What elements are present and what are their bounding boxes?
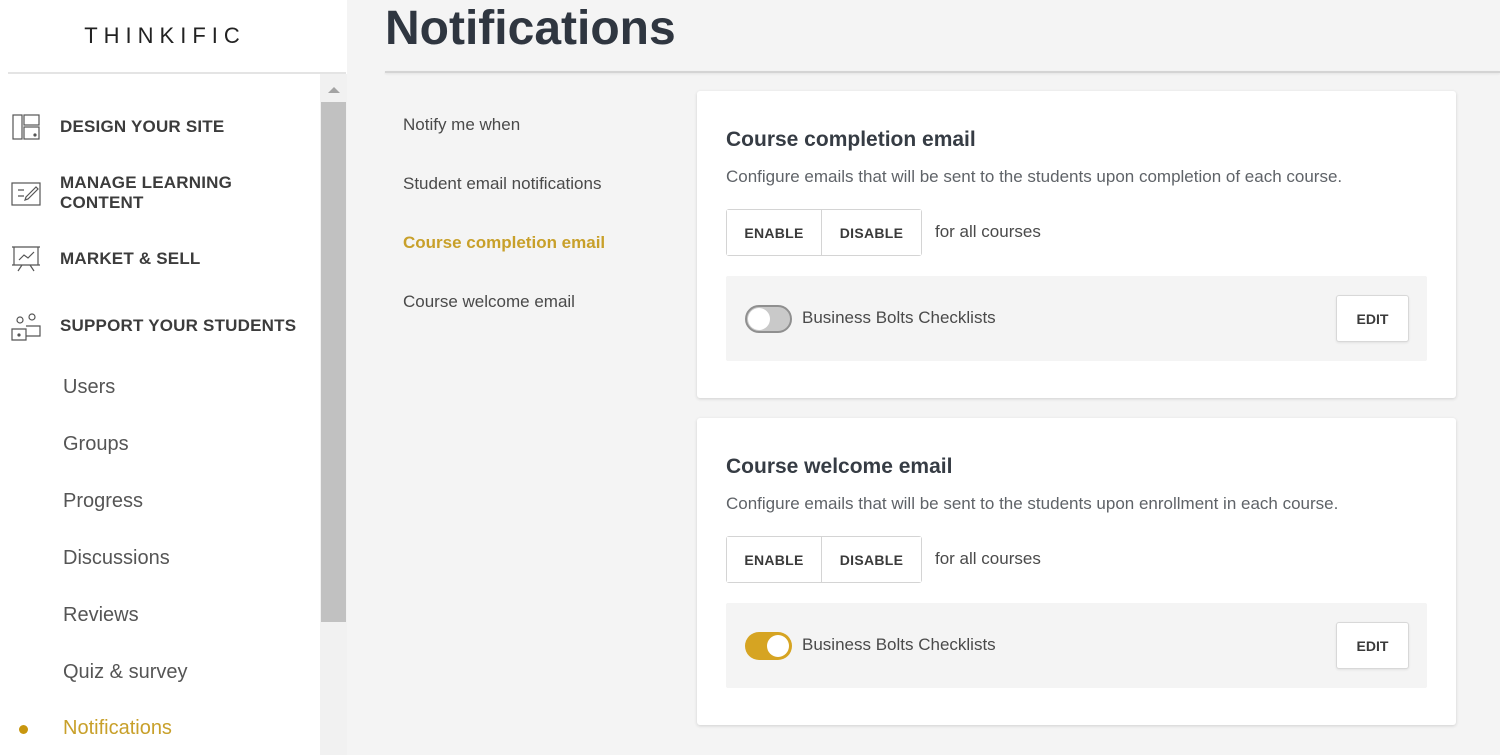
enable-disable-group: ENABLE DISABLE xyxy=(726,209,922,256)
scroll-up-arrow-icon[interactable] xyxy=(320,80,347,100)
sidebar-nav: DESIGN YOUR SITE MANAGE LEARNING CONTENT… xyxy=(0,74,320,755)
sidebar-item-users[interactable]: Users xyxy=(63,376,115,399)
sidebar-item-progress[interactable]: Progress xyxy=(63,490,143,513)
sidebar-item-quiz-survey[interactable]: Quiz & survey xyxy=(63,661,187,684)
toggle-knob xyxy=(748,308,770,330)
course-toggle[interactable] xyxy=(745,305,792,333)
subnav-student-email-notifications[interactable]: Student email notifications xyxy=(403,174,601,194)
sidebar-item-discussions[interactable]: Discussions xyxy=(63,547,170,570)
card-description: Configure emails that will be sent to th… xyxy=(726,167,1343,186)
card-title: Course completion email xyxy=(726,128,976,151)
page-title: Notifications xyxy=(385,2,676,55)
subnav-notify-me-when[interactable]: Notify me when xyxy=(403,115,520,135)
sidebar: THINKIFIC DESIGN YOUR SITE MANAGE LEARNI… xyxy=(0,0,347,755)
sidebar-item-support-your-students[interactable]: SUPPORT YOUR STUDENTS xyxy=(0,306,320,346)
sidebar-item-label: MARKET & SELL xyxy=(60,249,201,268)
app: THINKIFIC DESIGN YOUR SITE MANAGE LEARNI… xyxy=(0,0,1500,755)
disable-button[interactable]: DISABLE xyxy=(822,537,921,582)
sidebar-item-market-and-sell[interactable]: MARKET & SELL xyxy=(0,239,320,279)
sidebar-item-label: MANAGE LEARNING CONTENT xyxy=(60,173,233,212)
toggle-knob xyxy=(767,635,789,657)
course-row: Business Bolts Checklists EDIT xyxy=(726,276,1427,361)
card-description: Configure emails that will be sent to th… xyxy=(726,494,1339,513)
course-welcome-email-card: Course welcome email Configure emails th… xyxy=(697,418,1456,725)
edit-content-icon xyxy=(11,182,41,206)
course-name: Business Bolts Checklists xyxy=(802,635,996,654)
course-completion-email-card: Course completion email Configure emails… xyxy=(697,91,1456,398)
layout-icon xyxy=(12,114,40,140)
scrollbar-thumb[interactable] xyxy=(321,102,346,622)
title-divider xyxy=(385,71,1500,73)
sidebar-item-design-your-site[interactable]: DESIGN YOUR SITE xyxy=(0,107,320,147)
sidebar-item-label: SUPPORT YOUR STUDENTS xyxy=(60,316,297,335)
students-icon xyxy=(11,313,41,341)
card-title: Course welcome email xyxy=(726,455,953,478)
thinkific-logo[interactable]: THINKIFIC xyxy=(0,0,330,72)
enable-disable-group: ENABLE DISABLE xyxy=(726,536,922,583)
scope-text: for all courses xyxy=(935,222,1041,241)
sidebar-item-reviews[interactable]: Reviews xyxy=(63,604,139,627)
subnav-course-welcome-email[interactable]: Course welcome email xyxy=(403,292,575,312)
course-toggle[interactable] xyxy=(745,632,792,660)
enable-button[interactable]: ENABLE xyxy=(727,210,822,255)
enable-button[interactable]: ENABLE xyxy=(727,537,822,582)
sidebar-item-groups[interactable]: Groups xyxy=(63,433,129,456)
sidebar-item-manage-learning-content[interactable]: MANAGE LEARNING CONTENT xyxy=(0,173,320,213)
disable-button[interactable]: DISABLE xyxy=(822,210,921,255)
edit-button[interactable]: EDIT xyxy=(1336,295,1409,342)
scope-text: for all courses xyxy=(935,549,1041,568)
sidebar-item-label: DESIGN YOUR SITE xyxy=(60,117,225,136)
presentation-chart-icon xyxy=(12,246,40,272)
subnav-course-completion-email[interactable]: Course completion email xyxy=(403,233,605,253)
course-row: Business Bolts Checklists EDIT xyxy=(726,603,1427,688)
edit-button[interactable]: EDIT xyxy=(1336,622,1409,669)
active-indicator-dot xyxy=(19,725,28,734)
sidebar-item-notifications[interactable]: Notifications xyxy=(63,717,172,740)
course-name: Business Bolts Checklists xyxy=(802,308,996,327)
sidebar-scrollbar[interactable] xyxy=(320,74,347,755)
